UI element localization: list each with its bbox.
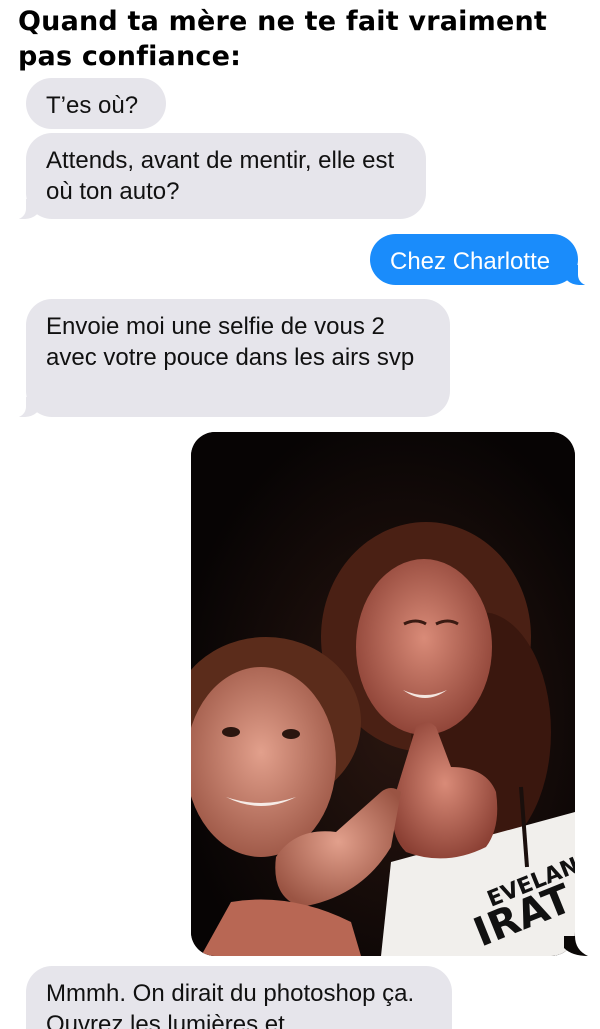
incoming-message-bubble: T’es où? [26, 78, 166, 129]
selfie-photo: EVELAN IRAT [191, 432, 575, 956]
photo-bubble-tail [564, 936, 588, 956]
incoming-message-bubble: Attends, avant de mentir, elle est où to… [2, 133, 426, 220]
outgoing-message-bubble: Chez Charlotte [370, 234, 600, 286]
message-text: Attends, avant de mentir, elle est où to… [46, 147, 395, 205]
message-text: T’es où? [46, 92, 139, 119]
incoming-message-bubble: Envoie moi une selfie de vous 2 avec vot… [2, 299, 450, 418]
photo-message[interactable]: EVELAN IRAT [191, 432, 575, 956]
incoming-message-bubble: Mmmh. On dirait du photoshop ça. Ouvrez … [26, 966, 452, 1029]
message-text: Mmmh. On dirait du photoshop ça. Ouvrez … [46, 980, 415, 1029]
message-text: Envoie moi une selfie de vous 2 avec vot… [46, 313, 415, 371]
message-text: Chez Charlotte [390, 248, 551, 275]
message-thread: T’es où? Attends, avant de mentir, elle … [0, 0, 600, 1029]
